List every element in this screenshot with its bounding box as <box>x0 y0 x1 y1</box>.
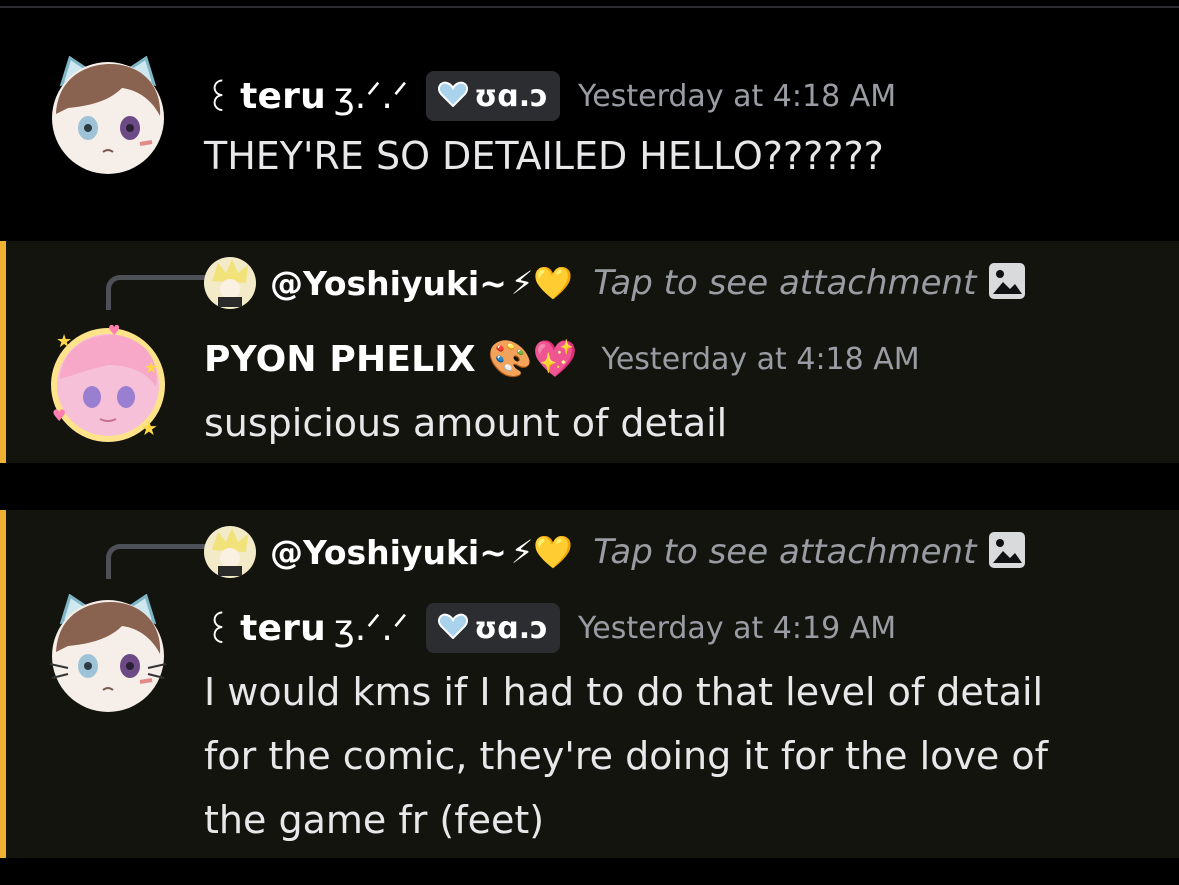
tag-label: ʊɑ.ɔ <box>474 610 548 646</box>
author-prefix: ꒰ <box>204 79 233 120</box>
message-text: THEY'RE SO DETAILED HELLO?????? <box>204 134 884 178</box>
author-name[interactable]: teru <box>240 76 326 117</box>
image-icon <box>988 262 1026 304</box>
svg-text:★: ★ <box>56 331 72 352</box>
reply-avatar <box>204 257 256 309</box>
server-tag[interactable]: ʊɑ.ɔ <box>426 71 560 121</box>
author-suffix: ʒ.ᐟ.ᐟ <box>333 607 409 649</box>
image-icon <box>988 531 1026 573</box>
message-text-line-2: for the comic, they're doing it for the … <box>204 734 1048 778</box>
message-text-line-1: I would kms if I had to do that level of… <box>204 670 1044 714</box>
message-2[interactable]: @Yoshiyuki~ ⚡💛 Tap to see attachment ★ ★… <box>0 241 1179 463</box>
timestamp: Yesterday at 4:18 AM <box>601 341 920 377</box>
author-name[interactable]: teru <box>240 608 326 649</box>
avatar-teru[interactable] <box>48 56 168 176</box>
heart-icon <box>438 81 469 111</box>
avatar-teru[interactable] <box>48 594 168 714</box>
message-1[interactable]: ꒰ teru ʒ.ᐟ.ᐟ ʊɑ.ɔ Yesterday at 4:18 AM T… <box>0 40 1179 230</box>
svg-text:♥: ♥ <box>108 325 121 339</box>
reply-author-emojis: ⚡💛 <box>510 533 574 571</box>
server-tag[interactable]: ʊɑ.ɔ <box>426 603 560 653</box>
reply-author: @Yoshiyuki~ <box>270 263 507 303</box>
svg-text:♥: ♥ <box>52 406 66 425</box>
tag-label: ʊɑ.ɔ <box>474 78 548 114</box>
reply-connector <box>106 275 207 310</box>
top-divider <box>0 6 1179 8</box>
message-3[interactable]: @Yoshiyuki~ ⚡💛 Tap to see attachment ꒰ t… <box>0 510 1179 858</box>
timestamp: Yesterday at 4:19 AM <box>577 610 897 646</box>
author-suffix: ʒ.ᐟ.ᐟ <box>333 75 409 117</box>
reply-reference[interactable]: @Yoshiyuki~ ⚡💛 Tap to see attachment <box>204 255 1026 311</box>
reply-reference[interactable]: @Yoshiyuki~ ⚡💛 Tap to see attachment <box>204 524 1026 580</box>
author-name[interactable]: PYON PHELIX <box>204 339 476 380</box>
author-emojis: 🎨💖 <box>487 339 578 380</box>
reply-preview: Tap to see attachment <box>593 263 977 303</box>
message-text-line-3: the game fr (feet) <box>204 798 545 842</box>
reply-author-emojis: ⚡💛 <box>510 264 574 302</box>
reply-avatar <box>204 526 256 578</box>
heart-icon <box>438 613 469 643</box>
reply-preview: Tap to see attachment <box>593 532 977 572</box>
avatar-pyon-phelix[interactable]: ★ ★ ★ ♥ ♥ <box>48 325 168 445</box>
cat-avatar-icon <box>52 56 164 174</box>
author-prefix: ꒰ <box>204 611 233 652</box>
reply-connector <box>106 544 207 579</box>
svg-text:★: ★ <box>144 358 158 377</box>
timestamp: Yesterday at 4:18 AM <box>577 78 897 114</box>
reply-author: @Yoshiyuki~ <box>270 532 507 572</box>
svg-text:★: ★ <box>140 416 158 440</box>
message-text: suspicious amount of detail <box>204 401 728 445</box>
